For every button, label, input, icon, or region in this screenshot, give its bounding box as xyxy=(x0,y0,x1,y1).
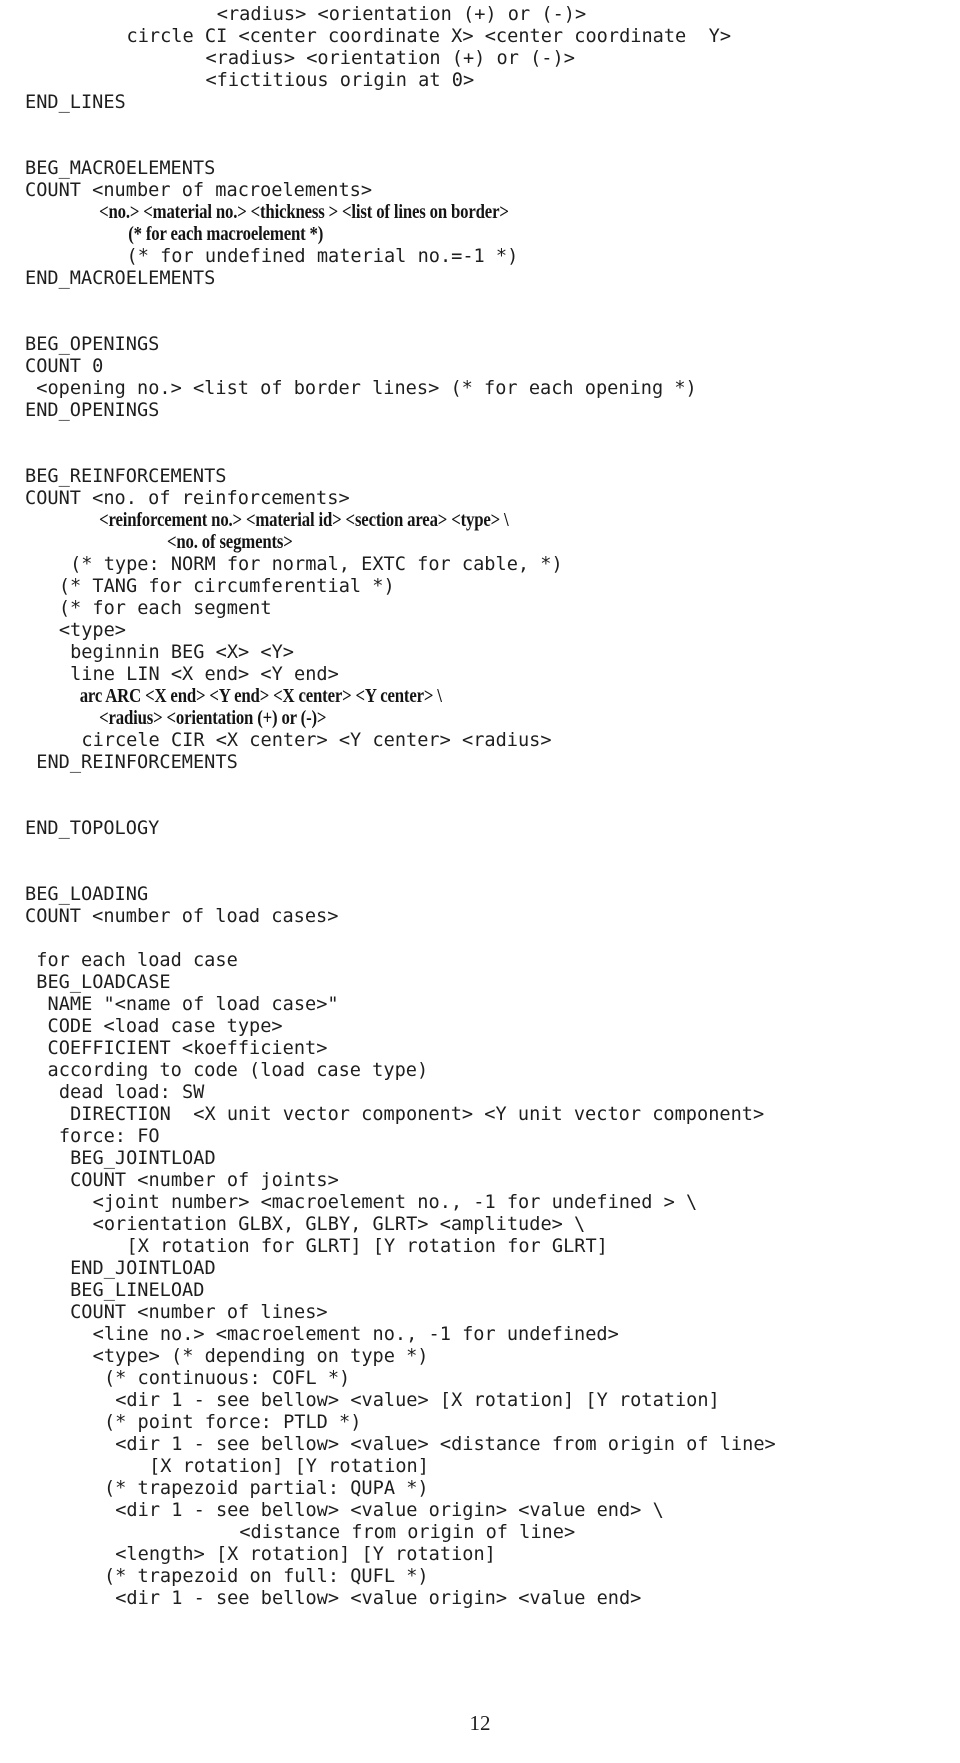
code-line: [X rotation for GLRT] [Y rotation for GL… xyxy=(126,1236,608,1257)
code-line: <radius> <orientation (+) or (-)> xyxy=(205,48,575,69)
page-number: 12 xyxy=(469,1711,491,1735)
code-line: BEG_JOINTLOAD xyxy=(70,1148,216,1169)
code-line: BEG_REINFORCEMENTS xyxy=(25,466,227,487)
code-line: arc ARC <X end> <Y end> <X center> <Y ce… xyxy=(79,686,442,707)
code-line: <no. of segments> xyxy=(167,532,293,553)
code-line: <radius> <orientation (+) or (-)> xyxy=(99,708,327,729)
code-line: NAME "<name of load case>" xyxy=(47,994,339,1015)
code-line: <dir 1 - see bellow> <value origin> <val… xyxy=(115,1500,664,1521)
code-line: <type> (* depending on type *) xyxy=(92,1346,429,1367)
code-line: <distance from origin of line> xyxy=(239,1522,576,1543)
code-line: <length> [X rotation] [Y rotation] xyxy=(115,1544,496,1565)
code-line: line LIN <X end> <Y end> xyxy=(70,664,339,685)
code-line: BEG_MACROELEMENTS xyxy=(25,158,216,179)
code-line: <type> xyxy=(58,620,126,641)
code-line: COUNT <number of lines> xyxy=(70,1302,328,1323)
code-line: (* trapezoid on full: QUFL *) xyxy=(103,1566,429,1587)
code-line: <line no.> <macroelement no., -1 for und… xyxy=(92,1324,619,1345)
code-line: <orientation GLBX, GLBY, GLRT> <amplitud… xyxy=(92,1214,586,1235)
code-line: <dir 1 - see bellow> <value> [X rotation… xyxy=(115,1390,720,1411)
code-line: circle CI <center coordinate X> <center … xyxy=(126,26,732,47)
code-line: BEG_OPENINGS xyxy=(25,334,160,355)
code-line: BEG_LOADING xyxy=(25,884,149,905)
code-line: <dir 1 - see bellow> <value origin> <val… xyxy=(115,1588,642,1609)
code-line: COUNT <number of load cases> xyxy=(25,906,339,927)
code-line: COUNT 0 xyxy=(25,356,104,377)
code-line: <radius> <orientation (+) or (-)> xyxy=(216,4,587,25)
code-line: (* trapezoid partial: QUPA *) xyxy=(103,1478,429,1499)
code-line: <joint number> <macroelement no., -1 for… xyxy=(92,1192,698,1213)
code-line: dead load: SW xyxy=(58,1082,205,1103)
code-line: END_JOINTLOAD xyxy=(70,1258,216,1279)
code-line: force: FO xyxy=(58,1126,160,1147)
code-listing: <radius> <orientation (+) or (-)> circle … xyxy=(0,4,960,1610)
code-line: (* point force: PTLD *) xyxy=(103,1412,362,1433)
code-line: [X rotation] [Y rotation] xyxy=(149,1456,429,1477)
code-line: (* for each segment xyxy=(58,598,272,619)
code-line: (* continuous: COFL *) xyxy=(103,1368,351,1389)
code-line: END_LINES xyxy=(25,92,126,113)
code-line: COEFFICIENT <koefficient> xyxy=(47,1038,328,1059)
code-line: END_REINFORCEMENTS xyxy=(36,752,238,773)
code-line: BEG_LINELOAD xyxy=(70,1280,205,1301)
code-line: <no.> <material no.> <thickness > <list … xyxy=(99,202,509,223)
code-line: according to code (load case type) xyxy=(47,1060,429,1081)
code-line: COUNT <number of joints> xyxy=(70,1170,339,1191)
code-line: END_TOPOLOGY xyxy=(25,818,160,839)
document-page: <radius> <orientation (+) or (-)> circle … xyxy=(0,0,960,1763)
code-line: COUNT <no. of reinforcements> xyxy=(25,488,350,509)
code-line: <fictitious origin at 0> xyxy=(205,70,475,91)
code-line: DIRECTION <X unit vector component> <Y u… xyxy=(70,1104,765,1125)
code-line: circele CIR <X center> <Y center> <radiu… xyxy=(81,730,552,751)
code-line: (* TANG for circumferential *) xyxy=(58,576,395,597)
code-line: (* for undefined material no.=-1 *) xyxy=(126,246,519,267)
code-line: <opening no.> <list of border lines> (* … xyxy=(36,378,697,399)
code-line: beginnin BEG <X> <Y> xyxy=(70,642,294,663)
code-line: (* type: NORM for normal, EXTC for cable… xyxy=(70,554,563,575)
code-line: <reinforcement no.> <material id> <secti… xyxy=(99,510,509,531)
code-line: END_OPENINGS xyxy=(25,400,160,421)
code-line: END_MACROELEMENTS xyxy=(25,268,216,289)
code-line: COUNT <number of macroelements> xyxy=(25,180,373,201)
code-line: (* for each macroelement *) xyxy=(128,224,324,245)
code-line: <dir 1 - see bellow> <value> <distance f… xyxy=(115,1434,776,1455)
code-line: for each load case xyxy=(36,950,238,971)
code-line: BEG_LOADCASE xyxy=(36,972,171,993)
code-line: CODE <load case type> xyxy=(47,1016,283,1037)
